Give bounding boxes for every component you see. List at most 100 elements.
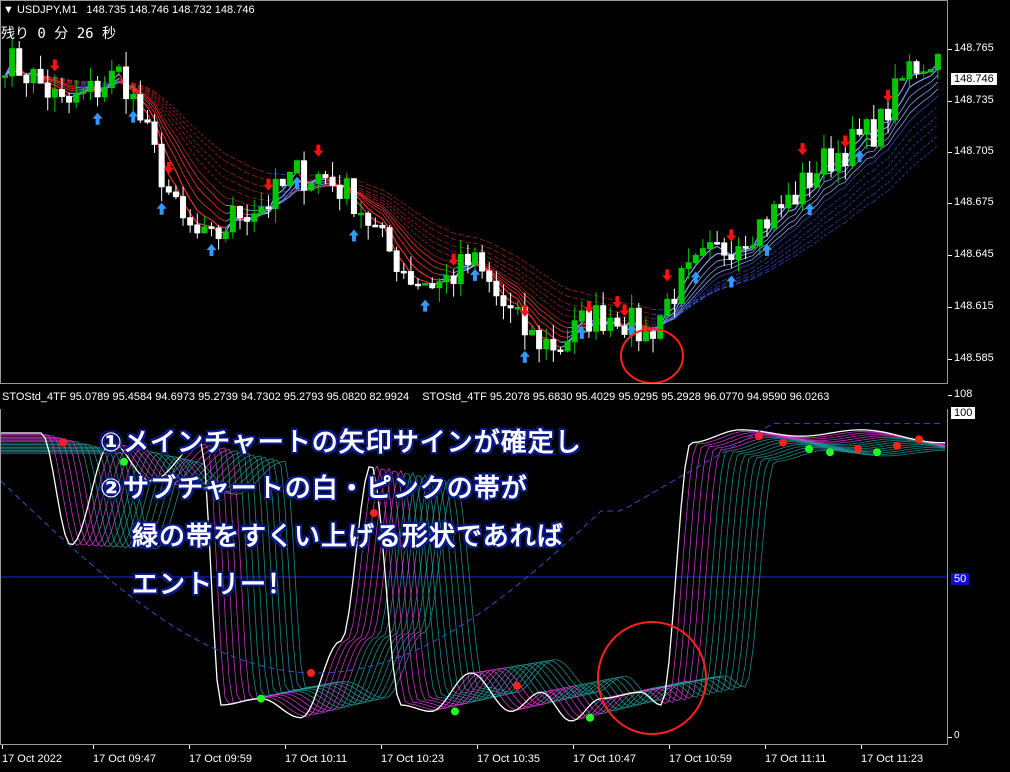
ma-band-line <box>837 216 846 221</box>
ma-band-line <box>916 147 924 155</box>
ma-band-line <box>218 192 227 199</box>
ma-band-line <box>489 247 497 252</box>
time-label: 17 Oct 10:23 <box>381 745 444 765</box>
sell-arrow-icon <box>883 89 894 102</box>
ma-band-line <box>923 151 932 158</box>
ma-band-line <box>410 229 419 237</box>
ma-band-line <box>845 194 853 203</box>
ma-band-line <box>538 320 547 326</box>
ma-band-line <box>424 267 433 273</box>
ma-band-line <box>645 307 654 310</box>
ma-band-line <box>239 168 248 174</box>
collapse-triangle-icon[interactable]: ▼ <box>3 4 14 16</box>
ma-band-line <box>545 302 554 309</box>
bear-candle <box>16 48 23 76</box>
price-chart[interactable] <box>1 1 948 384</box>
bull-candle <box>286 171 293 186</box>
sell-signal-dot <box>915 435 923 444</box>
time-label: 17 Oct 10:59 <box>669 745 732 765</box>
ma-band-line <box>211 149 219 157</box>
ma-band-line <box>161 123 170 138</box>
ma-band-line <box>553 307 561 314</box>
main-chart-panel[interactable]: ▼ USDJPY,M1 148.735 148.746 148.732 148.… <box>0 0 948 384</box>
ma-band-line <box>745 274 753 279</box>
ma-band-line <box>360 185 369 189</box>
ma-band-line <box>417 254 426 261</box>
ma-band-line <box>923 88 931 95</box>
ma-band-line <box>545 324 554 332</box>
bear-candle <box>635 307 642 342</box>
bear-candle <box>237 206 243 218</box>
ma-band-line <box>204 215 212 221</box>
ma-band-line <box>218 199 226 206</box>
ma-band-line <box>510 274 518 280</box>
ma-band-line <box>524 279 533 286</box>
bear-candle <box>614 317 621 327</box>
bear-candle <box>180 196 187 219</box>
ma-band-line <box>410 213 419 220</box>
ma-band-line <box>424 235 433 242</box>
bear-candle <box>265 206 272 210</box>
bear-candle <box>165 186 172 193</box>
buy-arrow-icon <box>519 350 530 363</box>
ma-band-line <box>823 178 832 183</box>
ma-band-line <box>189 199 198 211</box>
ma-band-line <box>432 265 440 270</box>
sell-arrow-icon <box>726 229 737 242</box>
ma-band-line <box>168 125 177 136</box>
bear-candle <box>464 254 471 265</box>
ma-band-line <box>788 235 796 242</box>
ma-band-line <box>389 193 397 200</box>
ma-band-line <box>780 211 789 220</box>
ma-band-line <box>538 278 547 284</box>
indicator-values-right: STOStd_4TF 95.2078 95.6830 95.4029 95.92… <box>422 391 830 403</box>
ma-band-line <box>538 291 547 297</box>
ma-band-line <box>873 195 882 202</box>
bear-candle <box>415 283 422 287</box>
bear-candle <box>585 310 592 332</box>
ma-band-line <box>474 248 483 252</box>
ma-band-line <box>894 157 903 166</box>
ma-band-line <box>196 168 205 178</box>
ma-band-line <box>503 270 511 276</box>
ma-band-line <box>916 100 924 108</box>
bull-candle <box>222 231 229 240</box>
ma-band-line <box>403 208 412 215</box>
ma-band-line <box>446 270 454 274</box>
price-axis[interactable]: 148.765 148.746 148.735 148.705 148.675 … <box>948 0 1010 384</box>
ma-band-line <box>211 165 219 173</box>
ma-band-line <box>410 208 419 215</box>
ma-band-line <box>196 177 205 186</box>
ma-band-line <box>610 310 618 313</box>
ma-band-line <box>823 196 832 203</box>
ma-band-line <box>752 252 761 260</box>
ma-band-line <box>809 224 818 231</box>
ma-band-line <box>517 273 526 281</box>
ma-band-line <box>510 294 519 300</box>
ma-band-line <box>417 235 426 243</box>
ma-band-line <box>780 240 789 248</box>
indicator-axis[interactable]: 108 100 50 0 <box>947 386 1010 745</box>
ma-band-line <box>232 164 241 170</box>
ma-band-line <box>69 85 77 88</box>
ma-band-line <box>916 93 924 100</box>
bear-candle <box>721 242 728 256</box>
bear-candle <box>600 305 607 331</box>
ma-band-line <box>417 269 426 276</box>
ma-band-line <box>375 194 383 199</box>
ma-band-line <box>866 178 874 183</box>
ma-band-line <box>225 187 233 191</box>
ma-band-line <box>916 127 924 135</box>
ma-band-line <box>432 278 440 281</box>
buy-signal-dot <box>257 694 265 703</box>
time-label: 17 Oct 10:35 <box>477 745 540 765</box>
ma-band-line <box>745 251 753 255</box>
ma-band-line <box>823 191 832 197</box>
indicator-tick: 0 <box>948 730 960 741</box>
ma-band-line <box>211 192 219 201</box>
ma-band-line <box>809 186 818 195</box>
ma-band-line <box>887 174 896 184</box>
ma-band-line <box>382 202 390 209</box>
indicator-values-left: STOStd_4TF 95.0789 95.4584 94.6973 95.27… <box>2 391 410 403</box>
ma-band-line <box>923 75 932 80</box>
